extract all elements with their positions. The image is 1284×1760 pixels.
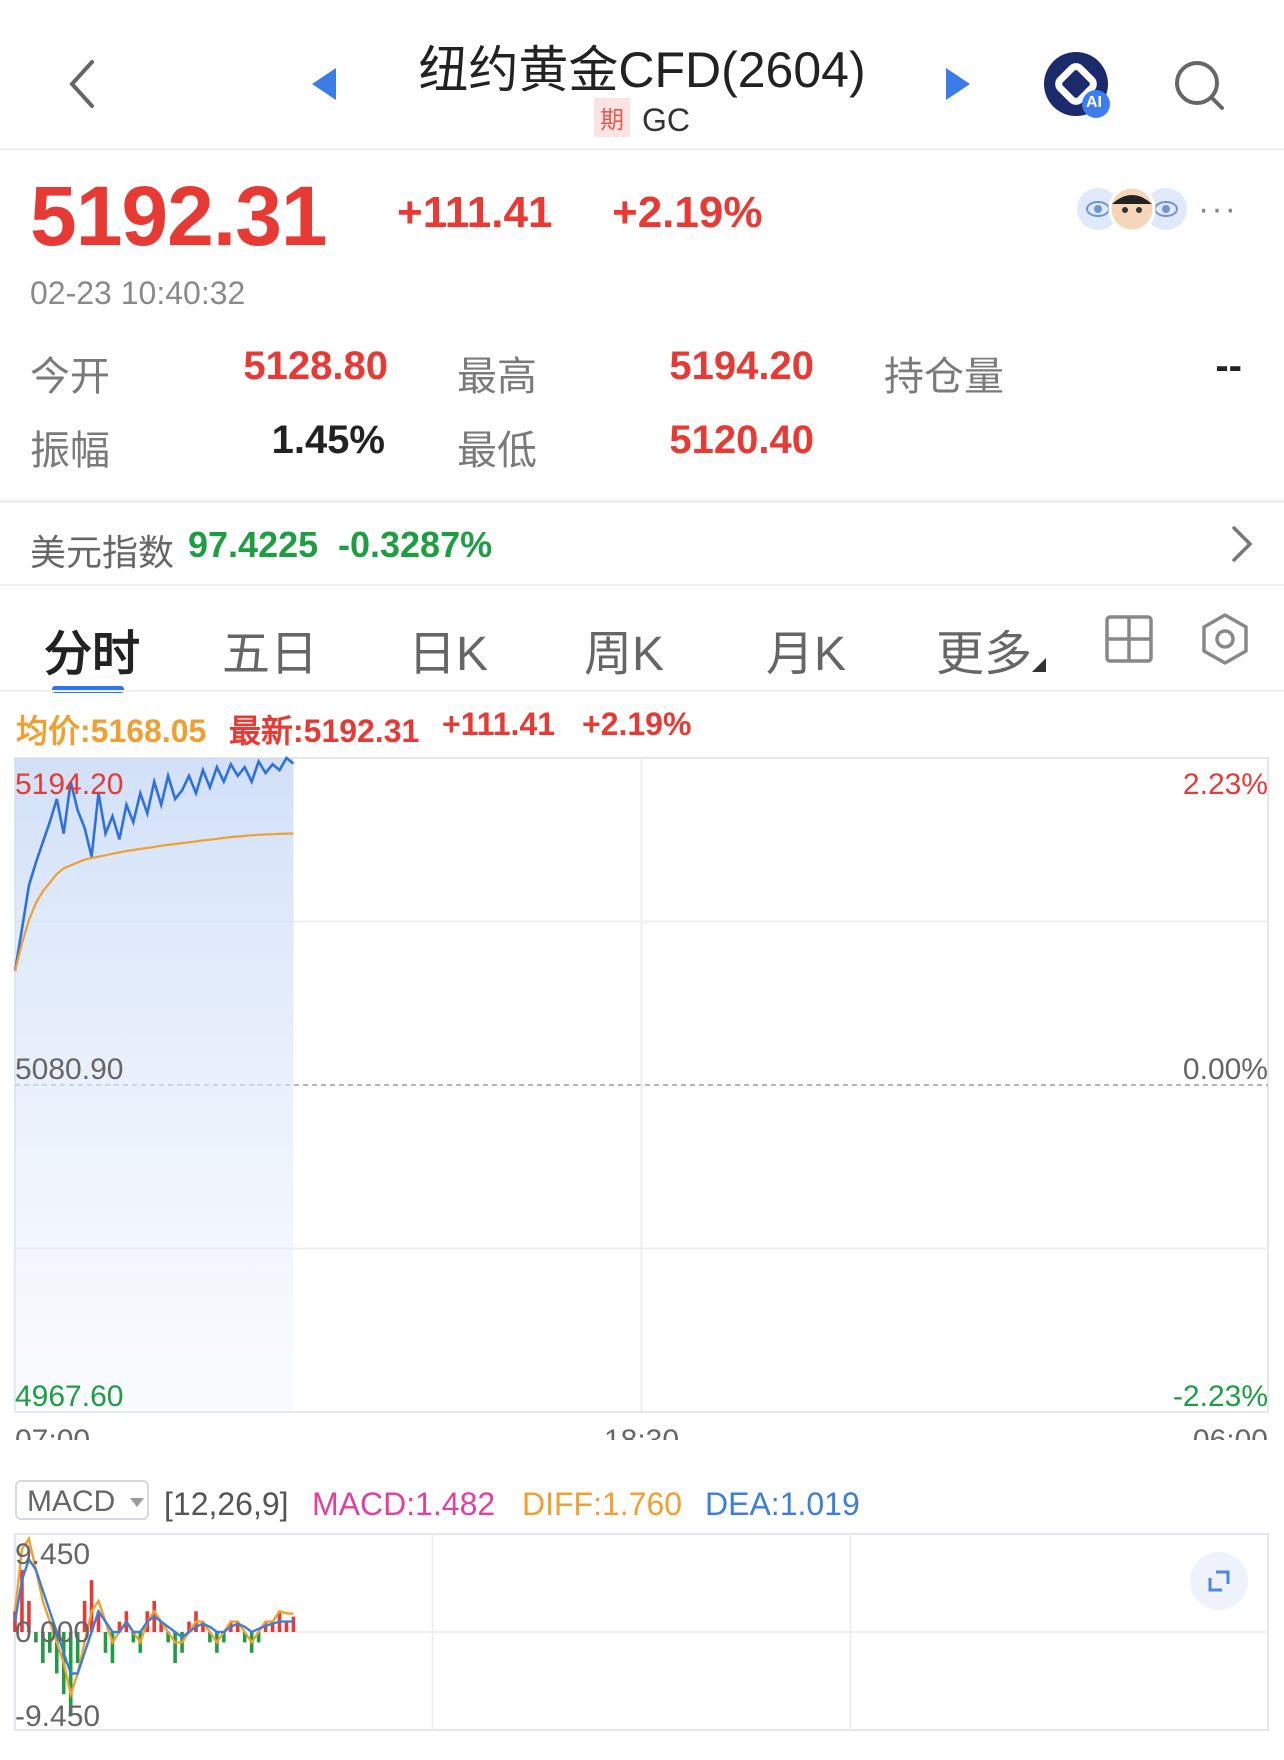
tab-five-day[interactable]: 五日 (222, 614, 318, 684)
stat-value-open-interest: -- (1215, 344, 1242, 388)
stat-label-amplitude: 振幅 (30, 429, 110, 473)
search-button[interactable] (1170, 56, 1230, 116)
tab-more-label: 更多 (936, 628, 1033, 681)
indicator-select-value: MACD (27, 1485, 116, 1518)
next-instrument-button[interactable] (940, 64, 976, 104)
info-change-pct: +2.19% (582, 706, 692, 742)
triangle-right-icon (946, 68, 970, 100)
macd-histogram-bar (89, 1580, 94, 1632)
x-tick-label: 06:00 (1193, 1424, 1268, 1440)
quote-timestamp: 02-23 10:40:32 (30, 275, 246, 311)
search-icon (1175, 61, 1224, 110)
macd-params: [12,26,9] (164, 1486, 289, 1522)
macd-histogram-bar (291, 1616, 296, 1632)
layout-grid-button[interactable] (1104, 614, 1154, 664)
macd-histogram-bar (173, 1632, 177, 1664)
macd-y-tick-label: 0.000 (15, 1616, 90, 1649)
dea-value: DEA:1.019 (705, 1486, 860, 1522)
stat-value-low: 5120.40 (669, 418, 814, 462)
tab-weekly-k[interactable]: 周K (584, 614, 664, 684)
stat-value-amplitude: 1.45% (271, 418, 385, 462)
expand-chart-button[interactable] (1190, 1552, 1248, 1610)
info-change: +111.41 (442, 706, 556, 742)
x-tick-label: 07:00 (15, 1424, 90, 1440)
indicator-select[interactable]: MACD (15, 1480, 149, 1520)
chevron-down-icon (129, 1498, 144, 1507)
stat-label-low: 最低 (457, 429, 537, 473)
macd-histogram-bar (103, 1632, 108, 1653)
y-tick-label-left: 5080.90 (15, 1053, 123, 1086)
macd-y-tick-label: -9.450 (15, 1700, 100, 1733)
y-tick-label-right: 2.23% (1183, 768, 1268, 801)
related-index-row[interactable]: 美元指数 97.4225 -0.3287% (0, 504, 1284, 584)
code-text: GC (642, 102, 690, 138)
ai-assistant-button[interactable]: AI (1042, 50, 1114, 122)
macd-value: MACD:1.482 (312, 1486, 496, 1522)
macd-chart[interactable]: 9.450 0.000 -9.450 (0, 1530, 1284, 1740)
related-index-value: 97.4225 (188, 524, 319, 565)
futures-tag: 期 (594, 98, 630, 137)
y-tick-label-left: 4967.60 (15, 1380, 123, 1413)
watchers-avatars[interactable] (1076, 185, 1188, 233)
related-index-name: 美元指数 (30, 532, 175, 573)
price-change: +111.41 (397, 188, 553, 237)
price-change-pct: +2.19% (612, 188, 763, 237)
avatar-group-icon (1077, 185, 1187, 233)
macd-histogram-bar (284, 1621, 289, 1632)
tab-more[interactable]: 更多 (936, 614, 1047, 684)
grid-icon (1105, 615, 1153, 663)
chart-settings-button[interactable] (1198, 612, 1252, 666)
gear-icon (1202, 613, 1248, 665)
macd-y-tick-label: 9.450 (15, 1538, 90, 1571)
more-menu-button[interactable]: ··· (1198, 190, 1238, 229)
stat-label-high: 最高 (457, 355, 537, 399)
stat-label-open-interest: 持仓量 (884, 355, 1004, 399)
stat-value-open: 5128.80 (243, 344, 388, 388)
y-tick-label-right: 0.00% (1183, 1053, 1268, 1086)
chevron-right-icon (1232, 526, 1253, 562)
intraday-chart[interactable]: 5194.20 5080.90 4967.60 2.23% 0.00% -2.23% 07:… (0, 740, 1284, 1440)
tab-daily-k[interactable]: 日K (408, 614, 488, 684)
x-tick-label: 18:30 (604, 1424, 679, 1440)
ai-logo-icon (1044, 52, 1110, 118)
related-index-change: -0.3287% (338, 524, 493, 565)
stat-label-open: 今开 (30, 355, 110, 399)
last-price: 5192.31 (30, 169, 328, 263)
stat-value-high: 5194.20 (669, 344, 814, 388)
ai-badge: AI (1086, 94, 1102, 111)
y-tick-label-left: 5194.20 (15, 768, 123, 801)
diff-value: DIFF:1.760 (522, 1486, 683, 1522)
corner-triangle-icon (1032, 658, 1047, 672)
expand-icon (1208, 1570, 1230, 1592)
tab-intraday[interactable]: 分时 (44, 614, 140, 684)
tab-monthly-k[interactable]: 月K (766, 614, 846, 684)
y-tick-label-right: -2.23% (1173, 1380, 1268, 1413)
